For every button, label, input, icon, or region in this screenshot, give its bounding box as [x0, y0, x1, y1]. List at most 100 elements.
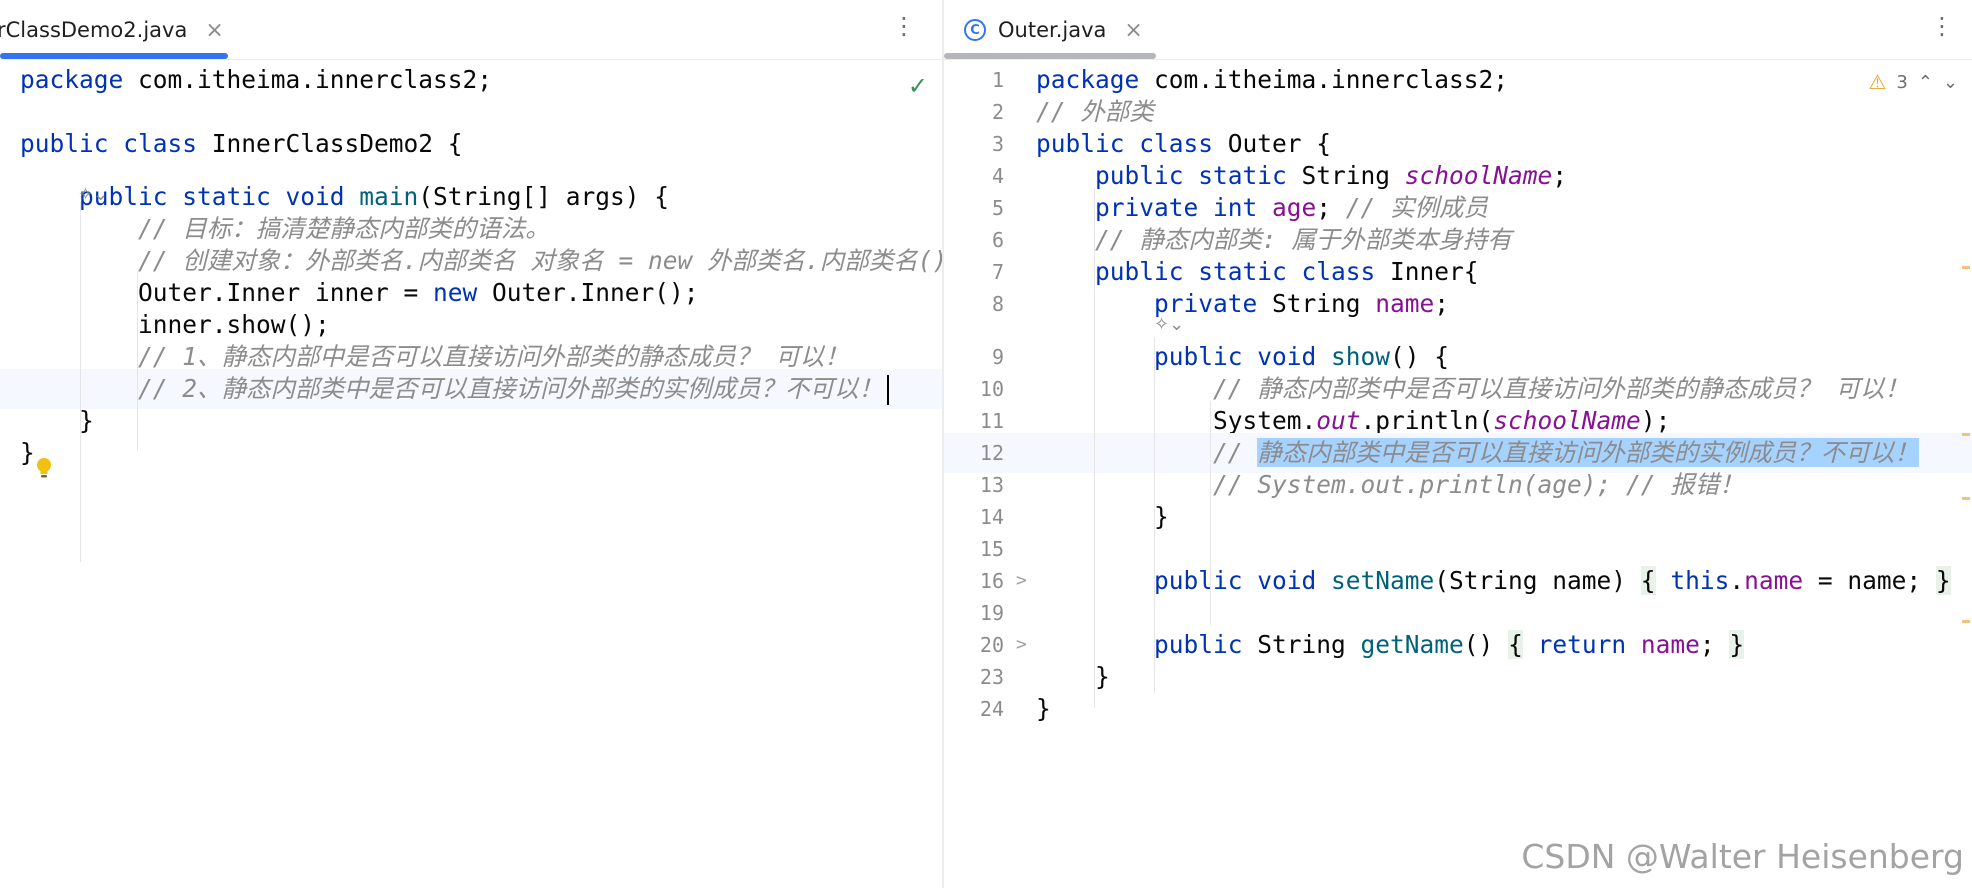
code-token: getName	[1360, 630, 1464, 659]
code-token: (String[] args) {	[418, 182, 670, 211]
code-token: = name;	[1803, 566, 1936, 595]
error-stripe-marker[interactable]	[1962, 433, 1970, 436]
code-token: schoolName	[1493, 406, 1641, 435]
code-token: String	[1272, 289, 1376, 318]
code-token: // 静态内部类: 属于外部类本身持有	[1036, 225, 1512, 254]
code-token: {	[1640, 566, 1656, 595]
indent-guide	[1210, 401, 1211, 625]
code-token: public void	[1036, 342, 1332, 371]
error-stripe-marker[interactable]	[1962, 620, 1970, 623]
more-options-icon[interactable]: ⋮	[892, 12, 916, 40]
code-token: .	[1729, 566, 1745, 595]
code-token: }	[1036, 662, 1110, 691]
code-token: com.itheima.innerclass2;	[1154, 65, 1509, 94]
tab-bar-left: rClassDemo2.java × ⋮	[0, 0, 942, 60]
code-token: out	[1316, 406, 1361, 435]
code-token: Outer {	[1227, 129, 1332, 158]
code-token: String	[1257, 630, 1361, 659]
code-token: }	[1036, 694, 1051, 723]
code-token: }	[20, 406, 94, 435]
line-number: 8	[991, 292, 1004, 316]
code-token: name	[1640, 630, 1700, 659]
code-token: package	[1036, 65, 1155, 94]
code-token: name	[1375, 289, 1435, 318]
tab-label: Outer.java	[998, 18, 1107, 42]
code-token: public void	[1036, 566, 1332, 595]
code-token: ;	[1552, 161, 1568, 190]
code-line: public class InnerClassDemo2 {	[0, 124, 942, 164]
code-token: // 实例成员	[1345, 193, 1489, 222]
code-editor-left[interactable]: package com.itheima.innerclass2; public c…	[0, 60, 942, 888]
code-token: com.itheima.innerclass2;	[138, 65, 493, 94]
code-token: name	[1744, 566, 1804, 595]
code-token: inner.show();	[20, 310, 330, 339]
editor-pane-left: rClassDemo2.java × ⋮ ✓ package com.ithei…	[0, 0, 942, 888]
code-line: }	[0, 433, 942, 473]
code-token: // 2、静态内部类中是否可以直接访问外部类的实例成员？不可以！	[20, 374, 883, 403]
code-line: 8 private String name;	[944, 284, 1972, 324]
code-token: schoolName	[1404, 161, 1553, 190]
code-token: ;	[1434, 289, 1450, 318]
tab-bar-right: C Outer.java × ⋮	[944, 0, 1972, 60]
more-options-icon[interactable]: ⋮	[1930, 12, 1954, 40]
code-token: .println(	[1360, 406, 1494, 435]
code-token: ;	[1699, 630, 1730, 659]
code-token: 静态内部类中是否可以直接访问外部类的实例成员？不可以！	[1257, 438, 1919, 467]
code-text: }	[1036, 689, 1051, 729]
code-token: Outer.Inner();	[492, 278, 699, 307]
code-token: age	[1272, 193, 1317, 222]
indent-guide	[80, 202, 81, 562]
code-token: );	[1640, 406, 1671, 435]
code-token: (String name)	[1434, 566, 1641, 595]
close-tab-icon[interactable]: ×	[1124, 18, 1142, 43]
code-token: public	[1036, 630, 1258, 659]
code-token: // 目标：搞清楚静态内部类的语法。	[20, 214, 550, 243]
code-token: main	[359, 182, 419, 211]
line-number: 24	[979, 697, 1004, 721]
code-token: Outer.Inner inner =	[20, 278, 434, 307]
code-token: public static class	[1036, 257, 1391, 286]
indent-guide	[137, 273, 138, 451]
code-token: String	[1301, 161, 1405, 190]
code-token: package	[20, 65, 139, 94]
code-token: setName	[1331, 566, 1435, 595]
ai-assistant-icon[interactable]: ✧⌄	[78, 182, 108, 208]
code-token: // 创建对象：外部类名.内部类名 对象名 = new 外部类名.内部类名();	[20, 246, 942, 275]
code-token: public class	[1036, 129, 1228, 158]
ai-assistant-icon[interactable]: ✧⌄	[1154, 312, 1184, 338]
code-token: }	[1036, 502, 1169, 531]
code-token: }	[20, 438, 35, 467]
code-token: // 外部类	[1036, 97, 1154, 126]
code-editor-right[interactable]: 1 package com.itheima.innerclass2; 2// 外部类…	[944, 60, 1972, 888]
code-token: }	[1729, 630, 1745, 659]
tab-outer-java[interactable]: C Outer.java ×	[964, 0, 1143, 60]
code-text: public class InnerClassDemo2 {	[20, 124, 463, 164]
watermark: CSDN @Walter Heisenberg	[1521, 837, 1964, 876]
code-token: new	[433, 278, 493, 307]
tab-innerclassdemo2[interactable]: rClassDemo2.java ×	[0, 0, 224, 60]
code-token: Inner{	[1390, 257, 1479, 286]
indent-guide	[1154, 337, 1155, 693]
tab-label: rClassDemo2.java	[0, 18, 188, 42]
code-token: // 1、静态内部中是否可以直接访问外部类的静态成员？ 可以！	[20, 342, 849, 371]
java-class-icon: C	[964, 19, 986, 41]
error-stripe-marker[interactable]	[1962, 266, 1970, 269]
code-token: System.	[1036, 406, 1317, 435]
code-token: ()	[1463, 630, 1509, 659]
lightbulb-icon[interactable]	[35, 457, 53, 481]
close-tab-icon[interactable]: ×	[205, 18, 223, 43]
tab-indicator	[944, 53, 1156, 59]
code-token: InnerClassDemo2 {	[211, 129, 463, 158]
code-text: private String name;	[1036, 284, 1449, 324]
code-token: {	[1508, 630, 1523, 659]
code-token: }	[1935, 566, 1951, 595]
code-token: public static	[1036, 161, 1302, 190]
editor-pane-right: C Outer.java × ⋮ ⚠ 3 ⌃ ⌄ 1 package com.it…	[944, 0, 1972, 888]
active-tab-indicator	[0, 53, 228, 59]
code-token: private int	[1036, 193, 1273, 222]
indent-guide	[1094, 188, 1095, 708]
code-token: ;	[1316, 193, 1346, 222]
error-stripe-marker[interactable]	[1962, 497, 1970, 500]
